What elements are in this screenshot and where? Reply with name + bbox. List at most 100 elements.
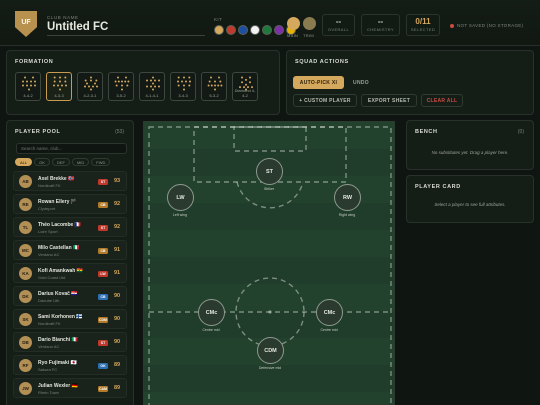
auto-pick-button[interactable]: AUTO-PICK XI [293,76,344,89]
player-rating: 92 [114,224,121,230]
player-name: Kofi Amankwah 🇬🇭 [38,268,83,274]
position-badge: GK [98,363,108,369]
kit-swatch-4[interactable] [262,25,272,35]
kit-swatches [214,25,296,35]
top-bar: UF CLUB NAME Untitled FC KIT MAIN TRIM -… [0,0,540,46]
player-club: Gold Coast Utd [38,275,66,280]
kit-swatch-0[interactable] [214,25,224,35]
formation-option[interactable]: 4-4-2 [15,72,41,101]
kit-swatch-2[interactable] [238,25,248,35]
player-row[interactable]: KA Kofi Amankwah 🇬🇭 Gold Coast Utd LW 91 [13,263,127,283]
position-badge: LW [98,271,108,277]
formation-option[interactable]: 3-5-2 [108,72,134,101]
formation-option[interactable]: Diamond 4-4-2 [232,72,258,101]
trim-color-picker[interactable] [303,17,316,30]
player-rating: 89 [114,385,121,391]
player-search-input[interactable]: Search name, club... [16,143,127,154]
formation-option[interactable]: 4-3-3 [46,72,72,101]
save-status-text: NOT SAVED (NO STORAGE) [457,23,524,28]
avatar: RF [19,359,32,372]
formation-option[interactable]: 4-1-4-1 [139,72,165,101]
pitch-slot[interactable]: RW [334,184,361,211]
position-badge: CB [98,248,108,254]
player-row[interactable]: DB Dario Bianchi 🇮🇹 Verdano AC ST 90 [13,332,127,352]
formation-label: 4-3-3 [54,93,64,98]
player-card-empty-text: Select a player to see full attributes. [434,202,506,207]
clear-all-button[interactable]: CLEAR ALL [421,94,463,107]
player-row[interactable]: RE Rowan Ellery 🏴 Clydeport CB 92 [13,194,127,214]
player-card-title: PLAYER CARD [415,184,461,190]
club-name-input[interactable]: Untitled FC [47,21,205,36]
formation-label: 4-1-4-1 [145,93,159,98]
pitch[interactable]: ST Striker LW Left wing RW Right wing CMc Centr… [143,121,395,405]
formation-label: 4-4-2 [23,93,33,98]
pitch-slot-caption: Right wing [338,213,356,217]
overall-stat: -- OVERALL [322,14,355,36]
formation-preview-icon [53,76,67,91]
position-badge: CDM [98,317,108,323]
filter-chip-def[interactable]: DEF [51,158,70,166]
position-badge: CB [98,294,108,300]
player-club: Rhein Town [38,390,59,395]
filter-chip-all[interactable]: ALL [15,158,33,166]
player-club: Nordkraft FK [38,321,61,326]
formation-preview-icon [146,76,160,91]
filter-chip-mid[interactable]: MID [71,158,90,166]
chemistry-stat: -- CHEMISTRY [361,14,400,36]
player-name: Théo Lacombe 🇫🇷 [38,222,81,228]
bench-count: (0) [517,129,524,135]
pitch-slot[interactable]: LW [167,184,194,211]
pitch-slot[interactable]: CMc [316,299,343,326]
player-card-panel: PLAYER CARD Select a player to see full … [406,175,534,223]
player-row[interactable]: SK Sami Korhonen 🇫🇮 Nordkraft FK CDM 90 [13,309,127,329]
status-dot-icon [450,23,454,28]
player-club: Danube Uth [38,298,60,303]
pitch-slot-caption: Centre mid [202,328,220,332]
filter-chip-fwd[interactable]: FWD [91,158,111,166]
formation-label: Diamond 4-4-2 [234,88,256,98]
formation-label: 3-4-3 [178,93,188,98]
kit-swatch-5[interactable] [274,25,284,35]
player-rating: 91 [114,270,121,276]
player-club: Verdano AC [38,252,60,257]
formation-option[interactable]: 5-3-2 [201,72,227,101]
player-row[interactable]: TL Théo Lacombe 🇫🇷 Loire Sport ST 92 [13,217,127,237]
position-badge: CAM [98,386,108,392]
bench-panel: BENCH (0) No substitutes yet. Drag a pla… [406,120,534,170]
avatar: TL [19,221,32,234]
player-rating: 90 [114,293,121,299]
bench-empty-text: No substitutes yet. Drag a player here. [431,150,509,155]
kit-swatch-1[interactable] [226,25,236,35]
player-row[interactable]: MC Milo Castellan 🇮🇹 Verdano AC CB 91 [13,240,127,260]
formation-title: FORMATION [15,59,54,65]
avatar: JW [19,382,32,395]
main-color-picker[interactable] [287,17,300,30]
selected-value: 0/11 [415,17,431,26]
avatar: AB [19,175,32,188]
player-row[interactable]: DK Darius Kovač 🇭🇷 Danube Uth CB 90 [13,286,127,306]
pitch-slot-caption: Centre mid [320,328,338,332]
formation-option[interactable]: 4-2-3-1 [77,72,103,101]
position-filters: ALL GK DEF MID FWD [15,158,111,166]
pitch-slot[interactable]: CDM [257,337,284,364]
player-row[interactable]: JW Julian Wexler 🇩🇪 Rhein Town CAM 89 [13,378,127,398]
position-badge: ST [98,340,108,346]
pitch-slot[interactable]: CMc [198,299,225,326]
overall-label: OVERALL [327,27,350,32]
search-placeholder: Search name, club... [21,146,63,151]
pitch-slot[interactable]: ST [256,158,283,185]
club-crest-icon: UF [15,11,37,37]
crest-initials: UF [21,18,31,26]
player-name: Darius Kovač 🇭🇷 [38,291,78,297]
export-sheet-button[interactable]: EXPORT SHEET [361,94,417,107]
player-row[interactable]: RF Ryo Fujimaki 🇯🇵 Sakura FC GK 89 [13,355,127,375]
kit-swatch-3[interactable] [250,25,260,35]
player-pool-count: (53) [115,129,124,135]
formation-preview-icon [114,76,130,91]
formation-preview-icon [177,76,191,91]
filter-chip-gk[interactable]: GK [34,158,50,166]
formation-option[interactable]: 3-4-3 [170,72,196,101]
custom-player-button[interactable]: + CUSTOM PLAYER [293,94,357,107]
player-row[interactable]: AB Axel Brekke 🇳🇴 Nordkraft FK ST 93 [13,171,127,191]
undo-button[interactable]: UNDO [349,76,373,89]
